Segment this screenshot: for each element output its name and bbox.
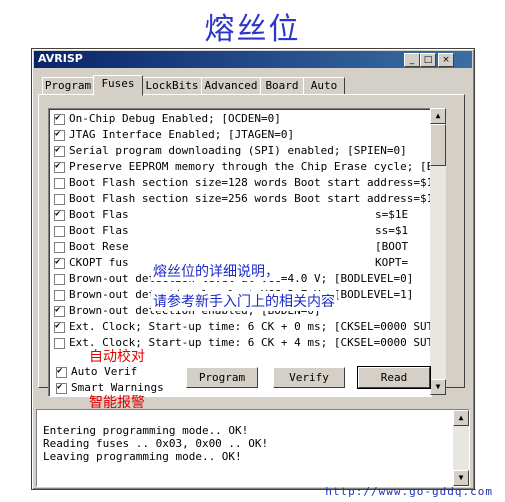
fuse-row[interactable]: Boot Flas (54, 223, 129, 239)
tab-lockbits[interactable]: LockBits (142, 77, 202, 95)
scroll-thumb[interactable] (430, 124, 446, 166)
fuse-row[interactable]: CKOPT fus (54, 255, 129, 271)
window-title: AVRISP (38, 52, 83, 65)
log-scroll-up-icon[interactable]: ▲ (453, 410, 469, 426)
fuse-checkbox[interactable] (54, 337, 65, 349)
tab-fuses[interactable]: Fuses (93, 75, 143, 96)
log-scrollbar[interactable]: ▲ ▼ (453, 410, 469, 486)
fuse-row-tail: KOPT= (375, 256, 409, 269)
scroll-up-icon[interactable]: ▲ (430, 108, 446, 124)
fuse-list-scrollbar[interactable]: ▲ ▼ (430, 108, 446, 395)
fuse-checkbox[interactable] (54, 209, 65, 221)
fuse-row-tail: [BOOT (375, 240, 409, 253)
fuse-row[interactable]: Boot Rese (54, 239, 129, 255)
fuse-label: Boot Flash section size=128 words Boot s… (69, 176, 432, 189)
fuse-label: Boot Rese (69, 240, 129, 253)
fuse-row[interactable]: Preserve EEPROM memory through the Chip … (54, 159, 432, 175)
fuse-label: Preserve EEPROM memory through the Chip … (69, 160, 432, 173)
read-button[interactable]: Read (357, 366, 431, 389)
fuse-checkbox[interactable] (54, 113, 65, 125)
fuse-checkbox[interactable] (54, 257, 65, 269)
annotation-line-2: 请参考新手入门上的相关内容 (151, 291, 337, 311)
tab-auto[interactable]: Auto (303, 77, 345, 95)
tab-program[interactable]: Program (42, 77, 94, 95)
fuse-row[interactable]: Boot Flash section size=128 words Boot s… (54, 175, 432, 191)
fuse-checkbox[interactable] (54, 161, 65, 173)
fuse-checkbox[interactable] (54, 129, 65, 141)
fuse-row-tail: ss=$1 (375, 224, 409, 237)
footer-url: http://www.go-gddq.com (325, 485, 493, 498)
fuse-label: Boot Flas (69, 208, 129, 221)
page-title: 熔丝位 (204, 12, 301, 47)
fuse-label: Ext. Clock; Start-up time: 6 CK + 0 ms; … (69, 320, 432, 333)
fuse-checkbox[interactable] (54, 273, 65, 285)
title-bar[interactable]: AVRISP _ □ × (34, 51, 472, 68)
fuse-checkbox[interactable] (54, 145, 65, 157)
auto-verify-label: Auto Verif (71, 365, 138, 378)
scroll-down-icon[interactable]: ▼ (430, 379, 446, 395)
log-line: Leaving programming mode.. OK! (43, 450, 242, 463)
tab-advanced[interactable]: Advanced (201, 77, 261, 95)
log-scroll-down-icon[interactable]: ▼ (453, 470, 469, 486)
maximize-button[interactable]: □ (420, 53, 436, 67)
auto-verify-option[interactable]: Auto Verif (56, 365, 137, 378)
fuse-row[interactable]: On-Chip Debug Enabled; [OCDEN=0] (54, 111, 281, 127)
fuse-label: JTAG Interface Enabled; [JTAGEN=0] (69, 128, 295, 141)
log-line: Reading fuses .. 0x03, 0x00 .. OK! (43, 437, 269, 450)
auto-verify-checkbox[interactable] (56, 366, 67, 378)
log-line: Entering programming mode.. OK! (43, 424, 249, 437)
smart-warnings-checkbox[interactable] (56, 382, 67, 394)
auto-verify-note: 自动校对 (89, 349, 145, 365)
fuse-row[interactable]: Serial program downloading (SPI) enabled… (54, 143, 407, 159)
close-button[interactable]: × (438, 53, 454, 67)
fuse-label: Boot Flash section size=256 words Boot s… (69, 192, 432, 205)
fuse-row[interactable]: Ext. Clock; Start-up time: 6 CK + 0 ms; … (54, 319, 432, 335)
fuse-label: CKOPT fus (69, 256, 129, 269)
avrisp-window: AVRISP _ □ × Program Fuses LockBits Adva… (31, 48, 475, 490)
fuse-row[interactable]: JTAG Interface Enabled; [JTAGEN=0] (54, 127, 294, 143)
fuse-checkbox[interactable] (54, 289, 65, 301)
fuse-row[interactable]: Boot Flas (54, 207, 129, 223)
fuse-checkbox[interactable] (54, 321, 65, 333)
log-output[interactable]: Entering programming mode.. OK! Reading … (36, 409, 470, 487)
fuse-checkbox[interactable] (54, 193, 65, 205)
fuse-checkbox[interactable] (54, 241, 65, 253)
fuse-row[interactable]: Boot Flash section size=256 words Boot s… (54, 191, 432, 207)
minimize-button[interactable]: _ (404, 53, 420, 67)
fuse-checkbox[interactable] (54, 305, 65, 317)
fuse-checkbox[interactable] (54, 225, 65, 237)
annotation-line-1: 熔丝位的详细说明， (151, 261, 281, 281)
fuse-label: On-Chip Debug Enabled; [OCDEN=0] (69, 112, 281, 125)
fuse-label: Serial program downloading (SPI) enabled… (69, 144, 407, 157)
fuse-row-tail: s=$1E (375, 208, 409, 221)
program-button[interactable]: Program (186, 367, 258, 388)
verify-button[interactable]: Verify (273, 367, 345, 388)
tab-board[interactable]: Board (260, 77, 304, 95)
fuse-label: Boot Flas (69, 224, 129, 237)
fuse-checkbox[interactable] (54, 177, 65, 189)
